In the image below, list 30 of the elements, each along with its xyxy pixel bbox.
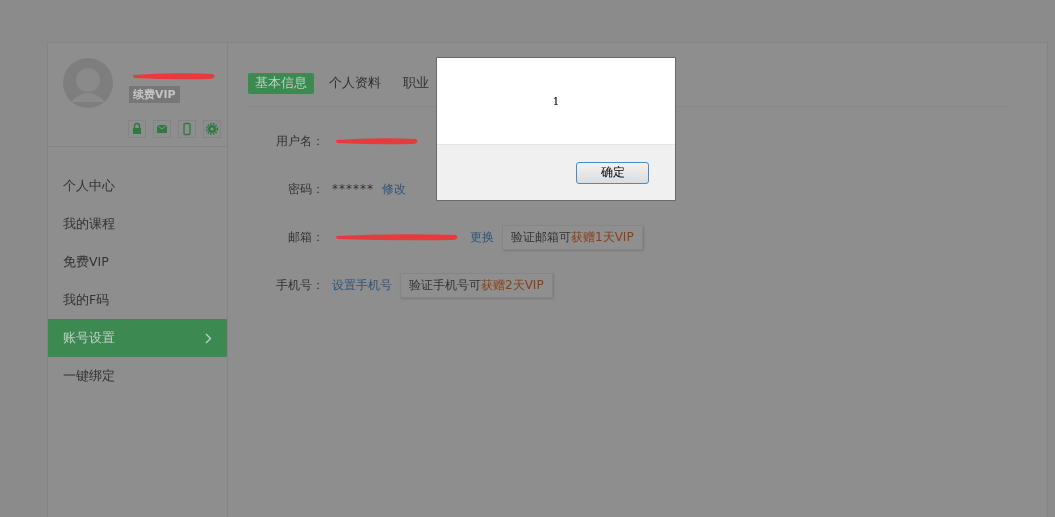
sidebar-item[interactable]: 个人中心: [48, 167, 227, 205]
field-label: 手机号：: [275, 276, 324, 294]
settings-icon: [205, 122, 219, 136]
field-link[interactable]: 更换: [470, 228, 494, 246]
vip-promo-tag: 验证手机号可获赠2天VIP: [400, 272, 553, 298]
phone-icon-button[interactable]: [178, 120, 196, 138]
chevron-icon: [205, 332, 212, 344]
vip-badge: 续费VIP: [129, 86, 180, 103]
ok-button[interactable]: 确定: [576, 161, 649, 184]
vip-promo-tag: 验证邮箱可获赠1天VIP: [502, 224, 643, 250]
tab[interactable]: 个人资料: [322, 73, 388, 94]
sidebar-item[interactable]: 账号设置: [48, 319, 227, 357]
lock-icon-button[interactable]: [128, 120, 146, 138]
sidebar-item[interactable]: 我的F码: [48, 281, 227, 319]
field-value: ******: [332, 182, 374, 196]
tab[interactable]: 基本信息: [248, 73, 314, 94]
mail-icon-button[interactable]: [153, 120, 171, 138]
phone-icon: [180, 122, 194, 136]
tab[interactable]: 职业: [396, 73, 436, 94]
lock-icon: [130, 122, 144, 136]
sidebar-item[interactable]: 我的课程: [48, 205, 227, 243]
field-label: 邮箱：: [287, 228, 324, 246]
field-link[interactable]: 修改: [382, 180, 406, 198]
sidebar-item[interactable]: 免费VIP: [48, 243, 227, 281]
field-link[interactable]: 设置手机号: [332, 276, 392, 294]
field-label: 密码：: [287, 180, 324, 198]
field-label: 用户名：: [275, 132, 324, 150]
settings-icon-button[interactable]: [203, 120, 221, 138]
alert-message: 1: [552, 94, 560, 108]
mail-icon: [155, 122, 169, 136]
